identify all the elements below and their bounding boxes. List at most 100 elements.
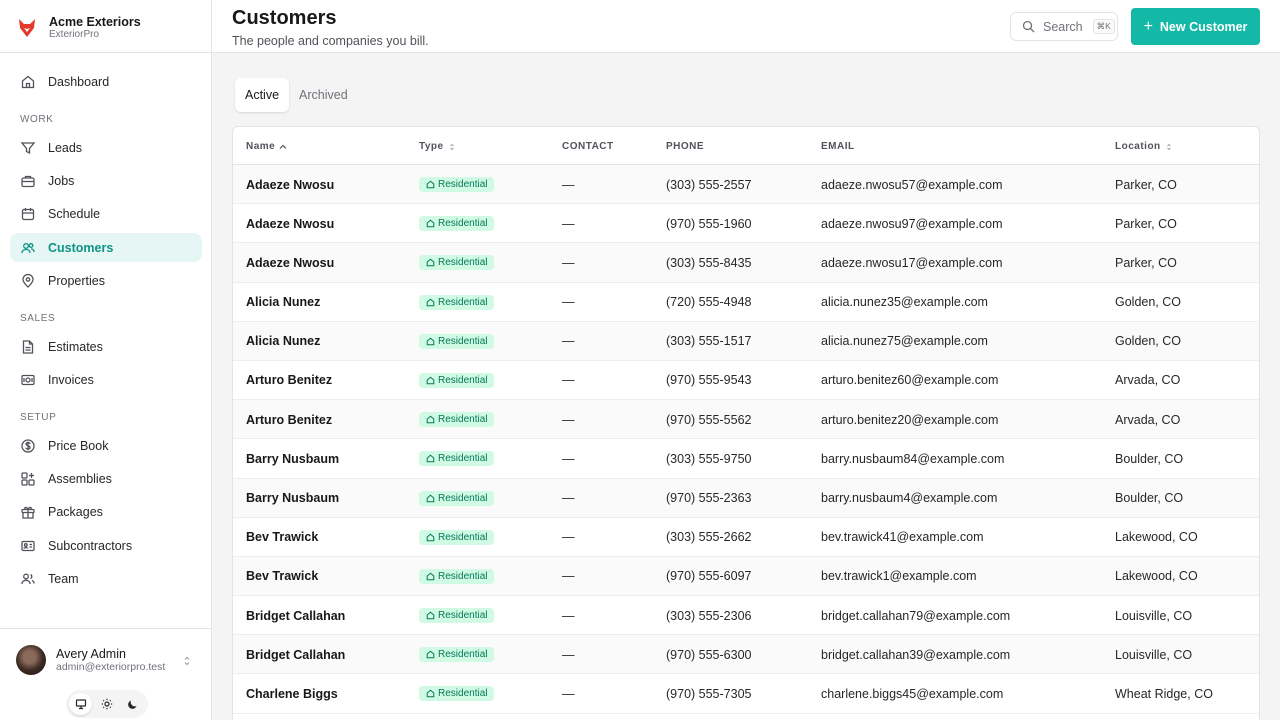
column-header-location[interactable]: Location bbox=[1115, 141, 1173, 152]
customer-name[interactable]: Adaeze Nwosu bbox=[246, 243, 334, 282]
column-header-name[interactable]: Name bbox=[246, 141, 287, 152]
type-badge: Residential bbox=[419, 490, 495, 506]
table-row[interactable]: Arturo Benitez Residential — (970) 555-9… bbox=[233, 361, 1259, 401]
table-row[interactable]: Bridget Callahan Residential — (303) 555… bbox=[233, 596, 1259, 636]
type-cell: Residential bbox=[419, 322, 495, 361]
sidebar-item-invoices[interactable]: Invoices bbox=[10, 365, 202, 394]
type-badge: Residential bbox=[419, 529, 495, 545]
sidebar-item-leads[interactable]: Leads bbox=[10, 133, 202, 162]
sidebar-item-team[interactable]: Team bbox=[10, 564, 202, 593]
section-label-sales: SALES bbox=[20, 313, 56, 324]
sidebar-item-subcontractors[interactable]: Subcontractors bbox=[10, 531, 202, 560]
tab-active[interactable]: Active bbox=[235, 78, 290, 112]
sidebar-item-estimates[interactable]: Estimates bbox=[10, 332, 202, 361]
contact-cell: — bbox=[562, 412, 575, 427]
customer-name[interactable]: Barry Nusbaum bbox=[246, 439, 339, 478]
sort-icon bbox=[1166, 143, 1171, 150]
monitor-icon bbox=[75, 699, 86, 710]
sidebar-item-price-book[interactable]: Price Book bbox=[10, 431, 202, 460]
house-icon bbox=[426, 690, 435, 698]
customer-name[interactable]: Bridget Callahan bbox=[246, 596, 345, 635]
phone-cell: (970) 555-2363 bbox=[666, 491, 752, 505]
customer-name[interactable]: Bridget Callahan bbox=[246, 635, 345, 674]
sidebar-item-properties[interactable]: Properties bbox=[10, 266, 202, 295]
customer-name[interactable]: Arturo Benitez bbox=[246, 400, 332, 439]
customer-name[interactable]: Adaeze Nwosu bbox=[246, 204, 334, 243]
new-customer-label: New Customer bbox=[1159, 19, 1248, 34]
column-header-type[interactable]: Type bbox=[419, 141, 456, 152]
search-button[interactable]: Search ⌘K bbox=[1010, 12, 1118, 41]
customer-name[interactable]: Adaeze Nwosu bbox=[246, 165, 334, 204]
chevron-up-down-icon[interactable] bbox=[182, 655, 192, 667]
table-row[interactable]: Adaeze Nwosu Residential — (303) 555-843… bbox=[233, 243, 1259, 283]
customer-name[interactable]: Charlene Biggs bbox=[246, 674, 338, 713]
table-row[interactable]: Barry Nusbaum Residential — (303) 555-97… bbox=[233, 439, 1259, 479]
customer-name[interactable]: Alicia Nunez bbox=[246, 322, 320, 361]
table-row[interactable]: Bridget Callahan Residential — (970) 555… bbox=[233, 635, 1259, 675]
sidebar-item-packages[interactable]: Packages bbox=[10, 497, 202, 526]
table-row[interactable]: Alicia Nunez Residential — (303) 555-151… bbox=[233, 321, 1259, 361]
type-cell: Residential bbox=[419, 635, 495, 674]
blocks-icon bbox=[21, 471, 35, 486]
customer-name[interactable]: Bev Trawick bbox=[246, 518, 318, 557]
type-label: Residential bbox=[438, 688, 488, 700]
table-row[interactable]: Adaeze Nwosu Residential — (303) 555-255… bbox=[233, 165, 1259, 205]
user-menu[interactable]: Avery Admin admin@exteriorpro.test bbox=[16, 645, 165, 675]
type-badge: Residential bbox=[419, 372, 495, 388]
type-badge: Residential bbox=[419, 608, 495, 624]
phone-cell: (970) 555-6300 bbox=[666, 647, 752, 662]
phone-cell: (970) 555-5562 bbox=[666, 412, 752, 427]
new-customer-button[interactable]: + New Customer bbox=[1131, 8, 1260, 45]
contact-cell: — bbox=[562, 295, 575, 310]
house-icon bbox=[426, 219, 435, 228]
sidebar-item-assemblies[interactable]: Assemblies bbox=[10, 464, 202, 493]
sidebar: Acme Exteriors ExteriorPro Dashboard WOR… bbox=[0, 0, 212, 720]
sidebar-item-schedule[interactable]: Schedule bbox=[10, 199, 202, 228]
table-row[interactable]: Adaeze Nwosu Residential — (970) 555-196… bbox=[233, 204, 1259, 244]
table-body: Adaeze Nwosu Residential — (303) 555-255… bbox=[233, 165, 1259, 714]
sidebar-item-label: Price Book bbox=[48, 438, 109, 453]
email-cell: bridget.callahan79@example.com bbox=[821, 608, 1011, 623]
type-label: Residential bbox=[438, 374, 488, 386]
team-icon bbox=[21, 573, 35, 584]
table-row[interactable]: Alicia Nunez Residential — (720) 555-494… bbox=[233, 283, 1259, 322]
email-cell: adaeze.nwosu17@example.com bbox=[821, 255, 1003, 270]
theme-system-button[interactable] bbox=[69, 693, 93, 715]
theme-light-button[interactable] bbox=[95, 693, 118, 715]
fox-logo-icon bbox=[16, 17, 38, 39]
table-row[interactable]: Bev Trawick Residential — (970) 555-6097… bbox=[233, 556, 1259, 597]
location-cell: Parker, CO bbox=[1115, 255, 1177, 270]
customer-name[interactable]: Bev Trawick bbox=[246, 557, 318, 596]
type-label: Residential bbox=[438, 335, 488, 347]
customer-name[interactable]: Barry Nusbaum bbox=[246, 479, 339, 518]
divider bbox=[0, 52, 211, 53]
type-label: Residential bbox=[438, 492, 488, 504]
type-cell: Residential bbox=[419, 479, 495, 518]
contact-cell: — bbox=[562, 569, 575, 584]
contact-cell: — bbox=[562, 647, 575, 662]
sidebar-item-label: Estimates bbox=[48, 339, 103, 354]
customer-name[interactable]: Arturo Benitez bbox=[246, 361, 332, 400]
table-row[interactable]: Barry Nusbaum Residential — (970) 555-23… bbox=[233, 478, 1259, 518]
phone-cell: (303) 555-8435 bbox=[666, 255, 752, 270]
table-row[interactable]: Bev Trawick Residential — (303) 555-2662… bbox=[233, 518, 1259, 557]
customer-name[interactable]: Alicia Nunez bbox=[246, 283, 320, 322]
dollar-circle-icon bbox=[21, 438, 35, 453]
sidebar-item-dashboard[interactable]: Dashboard bbox=[10, 67, 202, 96]
location-cell: Wheat Ridge, CO bbox=[1115, 686, 1213, 701]
table-row[interactable]: Charlene Biggs Residential — (970) 555-7… bbox=[233, 674, 1259, 714]
contact-cell: — bbox=[562, 373, 575, 388]
brand[interactable]: Acme Exteriors ExteriorPro bbox=[16, 12, 141, 44]
table-row[interactable]: Arturo Benitez Residential — (970) 555-5… bbox=[233, 400, 1259, 440]
contact-cell: — bbox=[562, 451, 575, 466]
sidebar-item-label: Assemblies bbox=[48, 471, 112, 486]
sidebar-item-customers[interactable]: Customers bbox=[10, 233, 202, 262]
sidebar-item-jobs[interactable]: Jobs bbox=[10, 166, 202, 195]
tab-archived[interactable]: Archived bbox=[289, 78, 358, 112]
theme-dark-button[interactable] bbox=[122, 693, 145, 715]
search-placeholder: Search bbox=[1043, 19, 1083, 34]
column-header-phone: PHONE bbox=[666, 141, 705, 152]
id-card-icon bbox=[21, 540, 35, 551]
contact-cell: — bbox=[562, 530, 575, 545]
type-label: Residential bbox=[438, 610, 488, 622]
